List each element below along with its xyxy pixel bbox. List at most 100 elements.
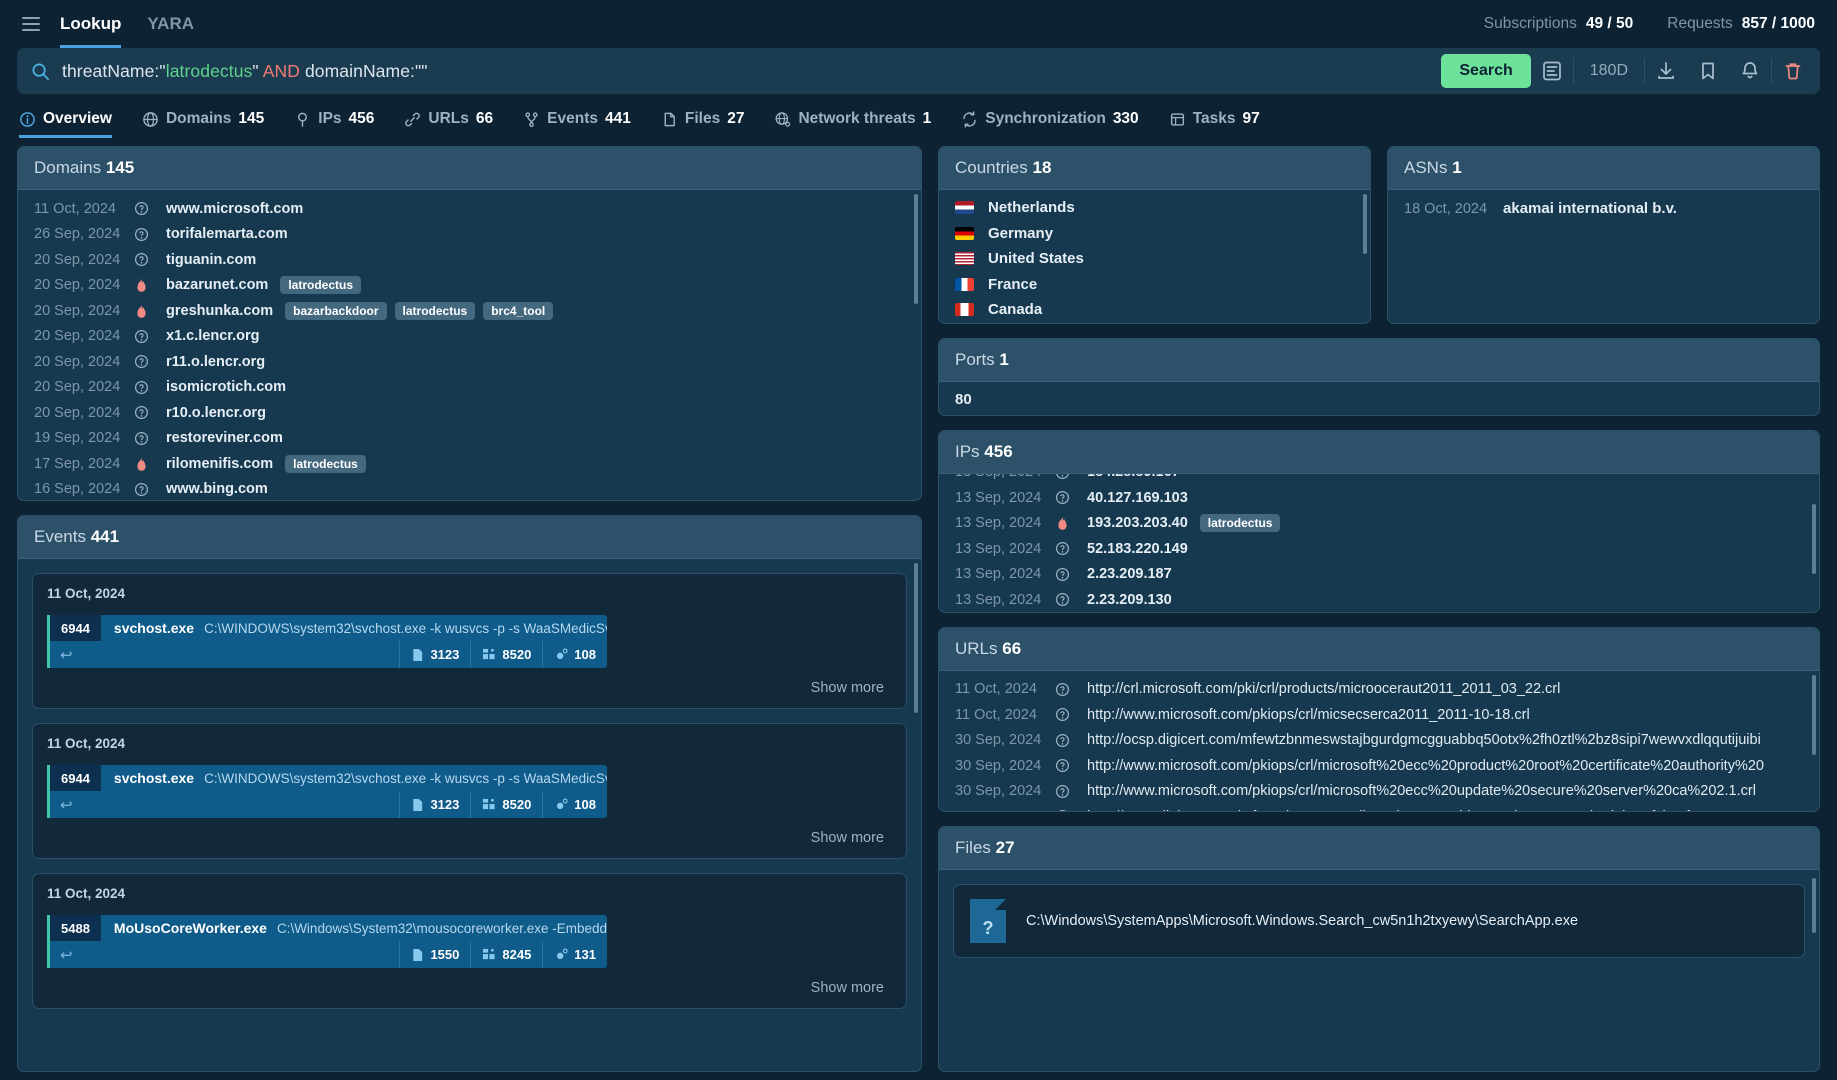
bookmark-icon[interactable] bbox=[1687, 48, 1729, 94]
threat-tag[interactable]: latrodectus bbox=[280, 276, 362, 295]
list-item[interactable]: 19 Sep, 2024 restoreviner.com bbox=[18, 426, 921, 452]
row-name[interactable]: www.microsoft.com bbox=[166, 201, 303, 217]
event-card[interactable]: 11 Oct, 2024 5488 MoUsoCoreWorker.exe C:\Wi… bbox=[32, 873, 907, 1009]
download-icon[interactable] bbox=[1645, 48, 1687, 94]
ips-list[interactable]: 13 Sep, 2024 184.28.89.167 13 Sep, 2024 40.… bbox=[939, 473, 1819, 612]
search-bar[interactable]: threatName:"latrodectus" AND domainName:… bbox=[17, 48, 1820, 94]
process-stat[interactable]: 3123 bbox=[399, 641, 470, 668]
period-selector[interactable]: 180D bbox=[1574, 62, 1644, 80]
files-list[interactable]: ? C:\Windows\SystemApps\Microsoft.Windows… bbox=[939, 870, 1819, 1072]
tab-files[interactable]: Files 27 bbox=[646, 100, 760, 138]
hamburger-icon[interactable] bbox=[22, 17, 40, 31]
row-name[interactable]: 40.127.169.103 bbox=[1087, 490, 1188, 506]
scrollbar-thumb[interactable] bbox=[914, 563, 918, 713]
list-item[interactable]: 16 Sep, 2024 www.bing.com bbox=[18, 477, 921, 501]
list-item[interactable]: 20 Sep, 2024 x1.c.lencr.org bbox=[18, 324, 921, 350]
list-item[interactable]: 11 Oct, 2024 http://crl.microsoft.com/pki… bbox=[939, 677, 1819, 703]
threat-tag[interactable]: latrodectus bbox=[394, 301, 476, 320]
tab-network-threats[interactable]: Network threats 1 bbox=[759, 100, 946, 138]
asn-name[interactable]: akamai international b.v. bbox=[1503, 200, 1677, 217]
nav-tab-lookup[interactable]: Lookup bbox=[60, 0, 122, 48]
process-stat[interactable]: 8520 bbox=[470, 791, 542, 818]
process-stat[interactable]: 131 bbox=[542, 941, 607, 968]
country-item[interactable]: Canada bbox=[939, 297, 1370, 323]
list-item[interactable]: 13 Sep, 2024 40.127.169.103 bbox=[939, 485, 1819, 511]
row-name[interactable]: greshunka.com bbox=[166, 303, 273, 319]
process-block[interactable]: 6944 svchost.exe C:\WINDOWS\system32\svcho… bbox=[47, 615, 607, 668]
list-item[interactable]: 30 Sep, 2024 http://www.microsoft.com/pki… bbox=[939, 779, 1819, 805]
list-item[interactable]: 20 Sep, 2024 isomicrotich.com bbox=[18, 375, 921, 401]
row-name[interactable]: http://www.microsoft.com/pkiops/crl/micr… bbox=[1087, 783, 1756, 799]
show-more-link[interactable]: Show more bbox=[47, 968, 892, 998]
threat-tag[interactable]: latrodectus bbox=[285, 454, 366, 473]
row-name[interactable]: 184.28.89.167 bbox=[1087, 474, 1180, 481]
country-item[interactable]: United States bbox=[939, 246, 1370, 272]
row-name[interactable]: 2.23.209.130 bbox=[1087, 592, 1172, 608]
event-card[interactable]: 11 Oct, 2024 6944 svchost.exe C:\WINDOWS\sy… bbox=[32, 723, 907, 859]
row-name[interactable]: tiguanin.com bbox=[166, 252, 256, 268]
tab-synchronization[interactable]: Synchronization 330 bbox=[946, 100, 1153, 138]
list-item[interactable]: 20 Sep, 2024 r10.o.lencr.org bbox=[18, 400, 921, 426]
list-item[interactable]: 11 Oct, 2024 http://www.microsoft.com/pki… bbox=[939, 702, 1819, 728]
process-stat[interactable]: 8520 bbox=[470, 641, 542, 668]
scrollbar-thumb[interactable] bbox=[914, 194, 918, 304]
row-name[interactable]: http://www.microsoft.com/pkiops/crl/micr… bbox=[1087, 758, 1764, 774]
file-path[interactable]: C:\Windows\SystemApps\Microsoft.Windows.… bbox=[1026, 913, 1578, 929]
list-item[interactable]: 13 Sep, 2024 2.23.209.130 bbox=[939, 587, 1819, 612]
show-more-link[interactable]: Show more bbox=[47, 818, 892, 848]
countries-list[interactable]: Netherlands Germany United States France Can… bbox=[939, 190, 1370, 323]
row-name[interactable]: 52.183.220.149 bbox=[1087, 541, 1188, 557]
process-stat[interactable]: 108 bbox=[542, 791, 607, 818]
asn-item[interactable]: 18 Oct, 2024 akamai international b.v. bbox=[1388, 190, 1819, 227]
row-name[interactable]: http://ocsp.digicert.com/mfewtzbnmeswsta… bbox=[1087, 732, 1761, 748]
tab-ips[interactable]: IPs 456 bbox=[279, 100, 389, 138]
list-item[interactable]: 13 Sep, 2024 52.183.220.149 bbox=[939, 536, 1819, 562]
threat-tag[interactable]: bazarbackdoor bbox=[285, 301, 387, 320]
scrollbar-thumb[interactable] bbox=[1812, 503, 1816, 574]
list-item[interactable]: 17 Sep, 2024 rilomenifis.com latrodectus bbox=[18, 451, 921, 477]
row-name[interactable]: 2.23.209.187 bbox=[1087, 566, 1172, 582]
row-name[interactable]: r10.o.lencr.org bbox=[166, 405, 266, 421]
port-item[interactable]: 80 bbox=[939, 382, 1819, 415]
row-name[interactable]: r11.o.lencr.org bbox=[166, 354, 265, 370]
row-name[interactable]: restoreviner.com bbox=[166, 430, 283, 446]
show-more-link[interactable]: Show more bbox=[47, 668, 892, 698]
list-item[interactable]: 13 Sep, 2024 193.203.203.40 latrodectus bbox=[939, 511, 1819, 537]
process-block[interactable]: 5488 MoUsoCoreWorker.exe C:\Windows\System… bbox=[47, 915, 607, 968]
process-stat[interactable]: 108 bbox=[542, 641, 607, 668]
list-item[interactable]: 30 Sep, 2024 http://ocsp.digicert.com/mfe… bbox=[939, 728, 1819, 754]
row-name[interactable]: x1.c.lencr.org bbox=[166, 328, 260, 344]
country-item[interactable]: Netherlands bbox=[939, 195, 1370, 221]
trash-icon[interactable] bbox=[1772, 48, 1814, 94]
process-stat[interactable]: 3123 bbox=[399, 791, 470, 818]
process-block[interactable]: 6944 svchost.exe C:\WINDOWS\system32\svcho… bbox=[47, 765, 607, 818]
event-card[interactable]: 11 Oct, 2024 6944 svchost.exe C:\WINDOWS\sy… bbox=[32, 573, 907, 709]
list-item[interactable]: 20 Sep, 2024 tiguanin.com bbox=[18, 247, 921, 273]
tab-overview[interactable]: Overview bbox=[17, 100, 127, 138]
bell-icon[interactable] bbox=[1729, 48, 1771, 94]
events-list[interactable]: 11 Oct, 2024 6944 svchost.exe C:\WINDOWS\sy… bbox=[18, 559, 921, 1071]
list-item[interactable]: 20 Sep, 2024 bazarunet.com latrodectus bbox=[18, 273, 921, 299]
tab-tasks[interactable]: Tasks 97 bbox=[1154, 100, 1275, 138]
nav-tab-yara[interactable]: YARA bbox=[147, 0, 194, 48]
row-name[interactable]: torifalemarta.com bbox=[166, 226, 288, 242]
domains-list[interactable]: 11 Oct, 2024 www.microsoft.com 26 Sep, 202… bbox=[18, 190, 921, 500]
list-item[interactable]: 13 Sep, 2024 184.28.89.167 bbox=[939, 473, 1819, 486]
row-name[interactable]: 193.203.203.40 bbox=[1087, 515, 1188, 531]
tab-urls[interactable]: URLs 66 bbox=[389, 100, 508, 138]
list-item[interactable]: 11 Oct, 2024 www.microsoft.com bbox=[18, 196, 921, 222]
scrollbar-thumb[interactable] bbox=[1363, 194, 1367, 254]
row-name[interactable]: www.bing.com bbox=[166, 481, 268, 497]
threat-tag[interactable]: brc4_tool bbox=[483, 301, 554, 320]
list-item[interactable]: 30 Sep, 2024 http://www.microsoft.com/pki… bbox=[939, 753, 1819, 779]
process-stat[interactable]: 8245 bbox=[470, 941, 542, 968]
country-item[interactable]: Germany bbox=[939, 221, 1370, 247]
threat-tag[interactable]: latrodectus bbox=[1199, 514, 1281, 533]
scrollbar-thumb[interactable] bbox=[1812, 674, 1816, 755]
tab-domains[interactable]: Domains 145 bbox=[127, 100, 279, 138]
scrollbar-thumb[interactable] bbox=[1812, 877, 1816, 933]
list-item[interactable]: 13 Sep, 2024 2.23.209.187 bbox=[939, 562, 1819, 588]
row-name[interactable]: http://crl.microsoft.com/pki/crl/product… bbox=[1087, 681, 1560, 697]
file-card[interactable]: ? C:\Windows\SystemApps\Microsoft.Windows… bbox=[953, 883, 1805, 958]
urls-list[interactable]: 11 Oct, 2024 http://crl.microsoft.com/pki… bbox=[939, 671, 1819, 811]
